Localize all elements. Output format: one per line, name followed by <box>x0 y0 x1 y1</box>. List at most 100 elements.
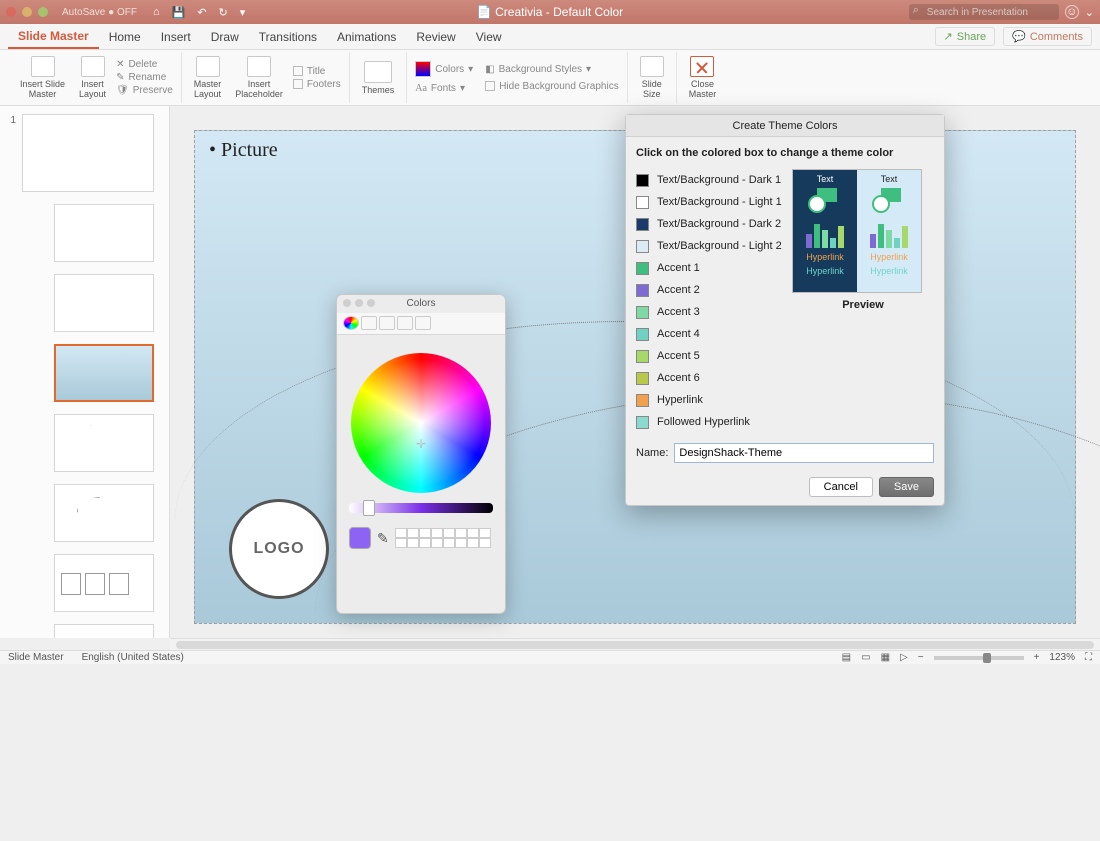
tab-transitions[interactable]: Transitions <box>249 26 327 48</box>
slideshow-view-icon[interactable]: ▷ <box>900 652 908 663</box>
zoom-out-icon[interactable]: − <box>918 652 924 663</box>
theme-color-row[interactable]: Text/Background - Light 2 <box>636 235 786 257</box>
color-swatch[interactable] <box>636 284 649 297</box>
color-swatch[interactable] <box>636 240 649 253</box>
normal-view-icon[interactable]: ▭ <box>861 652 870 663</box>
tab-insert[interactable]: Insert <box>151 26 201 48</box>
theme-color-row[interactable]: Hyperlink <box>636 389 786 411</box>
undo-icon[interactable]: ↶ <box>197 6 206 19</box>
minimize-icon[interactable] <box>355 299 363 307</box>
layout-thumb[interactable] <box>54 484 154 542</box>
colors-dropdown[interactable]: Colors ▾ <box>415 61 473 77</box>
layout-thumb-selected[interactable] <box>54 344 154 402</box>
tab-animations[interactable]: Animations <box>327 26 406 48</box>
notes-view-icon[interactable]: ▤ <box>842 652 851 663</box>
maximize-window-button[interactable] <box>38 7 48 17</box>
search-input[interactable] <box>909 4 1059 20</box>
color-swatch[interactable] <box>636 174 649 187</box>
image-palettes-tab[interactable] <box>397 316 413 330</box>
insert-slide-master-button[interactable]: Insert Slide Master <box>16 54 69 101</box>
layout-thumb[interactable] <box>54 274 154 332</box>
brightness-slider[interactable] <box>349 503 493 513</box>
tab-draw[interactable]: Draw <box>201 26 249 48</box>
tab-view[interactable]: View <box>466 26 512 48</box>
delete-button[interactable]: ✕ Delete <box>116 59 173 70</box>
pencils-tab[interactable] <box>415 316 431 330</box>
theme-color-row[interactable]: Accent 1 <box>636 257 786 279</box>
current-color-swatch[interactable] <box>349 527 371 549</box>
footers-checkbox[interactable]: Footers <box>293 79 341 90</box>
close-icon[interactable] <box>343 299 351 307</box>
color-swatch[interactable] <box>636 350 649 363</box>
theme-color-row[interactable]: Text/Background - Light 1 <box>636 191 786 213</box>
overflow-icon[interactable]: ⌄ <box>1085 6 1094 19</box>
save-icon[interactable]: 💾 <box>172 6 186 19</box>
minimize-window-button[interactable] <box>22 7 32 17</box>
home-icon[interactable]: ⌂ <box>153 6 160 19</box>
slider-knob[interactable] <box>363 500 375 516</box>
reading-view-icon[interactable]: ▦ <box>881 652 890 663</box>
theme-color-row[interactable]: Accent 6 <box>636 367 786 389</box>
autosave-toggle[interactable]: AutoSave ● OFF <box>62 7 137 18</box>
tab-slide-master[interactable]: Slide Master <box>8 25 99 49</box>
color-palettes-tab[interactable] <box>379 316 395 330</box>
master-layout-button[interactable]: Master Layout <box>190 54 226 101</box>
layout-thumb[interactable] <box>54 624 154 638</box>
themes-button[interactable]: Themes <box>358 54 399 101</box>
title-checkbox[interactable]: Title <box>293 66 341 77</box>
theme-color-row[interactable]: Text/Background - Dark 2 <box>636 213 786 235</box>
comments-button[interactable]: 💬 Comments <box>1003 27 1092 46</box>
color-sliders-tab[interactable] <box>361 316 377 330</box>
title-placeholder[interactable]: Picture <box>209 139 278 162</box>
eyedropper-icon[interactable]: ✎ <box>377 530 389 547</box>
theme-name-input[interactable] <box>674 443 934 463</box>
hide-bg-checkbox[interactable]: Hide Background Graphics <box>485 81 619 92</box>
layout-thumb[interactable] <box>54 554 154 612</box>
fit-to-window-icon[interactable]: ⛶ <box>1085 652 1092 663</box>
close-window-button[interactable] <box>6 7 16 17</box>
share-button[interactable]: ↗ Share <box>935 27 996 46</box>
color-swatch[interactable] <box>636 372 649 385</box>
rename-button[interactable]: ✎ Rename <box>116 72 173 83</box>
zoom-icon[interactable] <box>367 299 375 307</box>
color-swatch[interactable] <box>636 416 649 429</box>
dropdown-icon[interactable]: ▾ <box>240 6 246 19</box>
close-master-button[interactable]: Close Master <box>685 54 721 101</box>
insert-layout-button[interactable]: Insert Layout <box>75 54 110 101</box>
slide-master-thumb[interactable]: 1 <box>22 114 154 192</box>
zoom-in-icon[interactable]: + <box>1034 652 1040 663</box>
color-wheel[interactable]: ✛ <box>351 353 491 493</box>
redo-icon[interactable]: ↻ <box>219 6 228 19</box>
insert-placeholder-button[interactable]: Insert Placeholder <box>231 54 287 101</box>
save-button[interactable]: Save <box>879 477 934 497</box>
theme-color-row[interactable]: Text/Background - Dark 1 <box>636 169 786 191</box>
user-icon[interactable]: ☺ <box>1065 5 1079 19</box>
cancel-button[interactable]: Cancel <box>809 477 873 497</box>
saved-swatches[interactable] <box>395 528 491 548</box>
fonts-dropdown[interactable]: Aa Fonts ▾ <box>415 83 473 94</box>
tab-review[interactable]: Review <box>406 26 465 48</box>
layout-thumb[interactable] <box>54 204 154 262</box>
theme-color-row[interactable]: Accent 2 <box>636 279 786 301</box>
tab-home[interactable]: Home <box>99 26 151 48</box>
color-swatch[interactable] <box>636 262 649 275</box>
preserve-button[interactable]: 🛡 Preserve <box>116 85 173 96</box>
zoom-slider[interactable] <box>934 656 1024 660</box>
color-swatch[interactable] <box>636 328 649 341</box>
zoom-level[interactable]: 123% <box>1049 652 1075 663</box>
color-swatch[interactable] <box>636 196 649 209</box>
color-swatch[interactable] <box>636 394 649 407</box>
theme-color-row[interactable]: Accent 4 <box>636 323 786 345</box>
theme-color-row[interactable]: Followed Hyperlink <box>636 411 786 433</box>
color-swatch[interactable] <box>636 218 649 231</box>
language-label[interactable]: English (United States) <box>82 652 184 663</box>
horizontal-scrollbar[interactable] <box>170 638 1100 650</box>
layout-thumb[interactable] <box>54 414 154 472</box>
color-wheel-tab[interactable] <box>343 316 359 330</box>
logo-placeholder[interactable]: LOGO <box>229 499 329 599</box>
theme-color-row[interactable]: Accent 3 <box>636 301 786 323</box>
color-swatch[interactable] <box>636 306 649 319</box>
theme-color-row[interactable]: Accent 5 <box>636 345 786 367</box>
bg-styles-dropdown[interactable]: ◧ Background Styles ▾ <box>485 64 619 75</box>
slide-size-button[interactable]: Slide Size <box>636 54 668 101</box>
